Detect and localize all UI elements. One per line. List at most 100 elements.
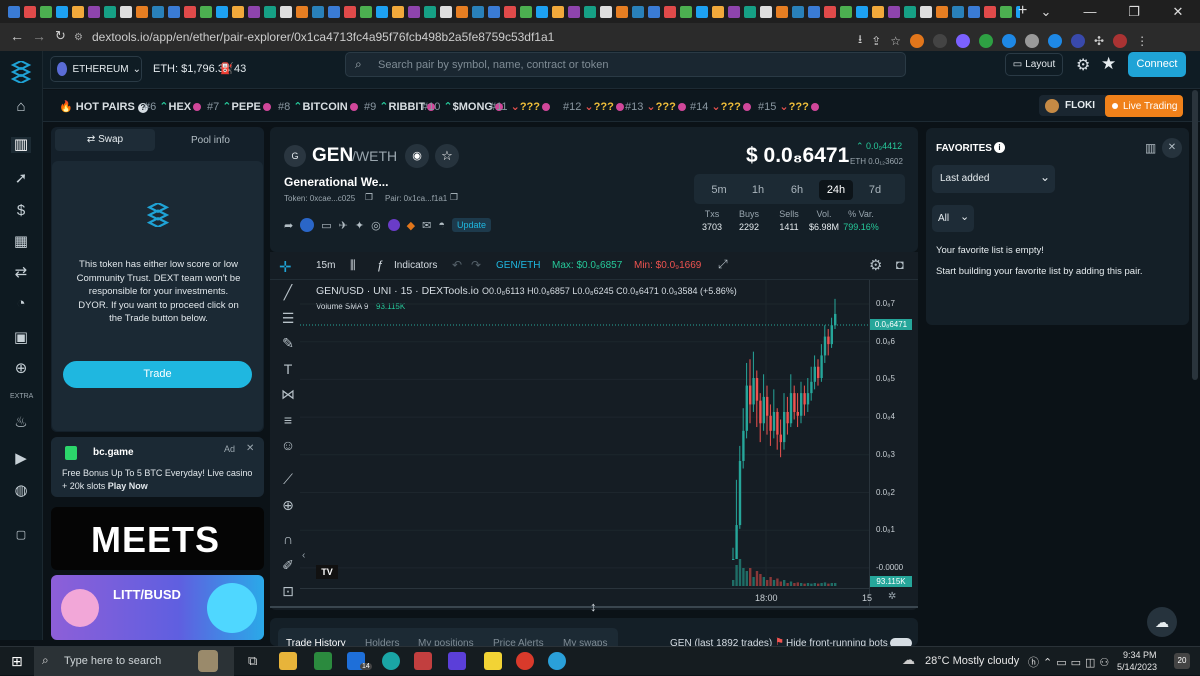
copy-icon[interactable]: ❐ [450, 192, 458, 203]
extension-icon[interactable] [1002, 33, 1017, 48]
timeframe-7d[interactable]: 7d [858, 180, 892, 200]
hot-pair-item[interactable]: #8 ⌃BITCOIN [278, 100, 358, 113]
close-panel-icon[interactable]: ✕ [1162, 138, 1182, 158]
browser-tab-favicon[interactable] [1000, 5, 1012, 18]
browser-tab-favicon[interactable] [360, 5, 372, 18]
copy-icon[interactable]: ❐ [365, 192, 373, 203]
zoom-in-icon[interactable]: ⊕ [279, 496, 297, 514]
extension-icon[interactable] [1025, 33, 1040, 48]
browser-tab-favicon[interactable] [8, 5, 20, 18]
metamask-icon[interactable]: ◆ [407, 219, 415, 232]
hot-pair-item[interactable]: #13 ⌄??? [625, 100, 686, 113]
browser-tab-favicon[interactable] [456, 5, 468, 18]
browser-tab-favicon[interactable] [56, 5, 68, 18]
favorite-star-icon[interactable]: ☆ [435, 144, 459, 168]
dextools-logo-icon[interactable] [10, 61, 32, 83]
sort-select[interactable]: Last added ⌄ [932, 165, 1055, 193]
apps-icon[interactable]: ▦ [13, 234, 29, 250]
browser-tab-favicon[interactable] [872, 5, 884, 18]
undo-icon[interactable]: ↶ [452, 258, 462, 272]
browser-tab-favicon[interactable] [632, 5, 644, 18]
search-bar[interactable]: ⌕ Search pair by symbol, name, contract … [345, 52, 906, 77]
resize-arrows-icon[interactable]: ↕ [590, 599, 597, 614]
browser-tab-favicon[interactable] [968, 5, 980, 18]
timeframe-6h[interactable]: 6h [780, 180, 814, 200]
chrome-icon[interactable] [516, 652, 534, 670]
browser-tab-favicon[interactable] [776, 5, 788, 18]
forward-icon[interactable]: → [32, 28, 46, 44]
notification-badge[interactable]: 20 [1174, 653, 1190, 669]
discord-icon[interactable]: ◓ [438, 219, 445, 231]
browser-tab-favicon[interactable] [616, 5, 628, 18]
hot-pair-item[interactable]: #15 ⌄??? [758, 100, 819, 113]
browser-tab-favicon[interactable] [824, 5, 836, 18]
task-view-icon[interactable]: ⧉ [248, 653, 257, 669]
indicators-icon[interactable]: ƒ [377, 258, 384, 272]
browser-tab-favicon[interactable] [808, 5, 820, 18]
browser-tab-favicon[interactable] [40, 5, 52, 18]
browser-tab-favicon[interactable] [152, 5, 164, 18]
browser-tab-favicon[interactable] [248, 5, 260, 18]
windows-start-icon[interactable]: ⊞ [11, 653, 23, 670]
favorites-star-icon[interactable]: ★ [1101, 54, 1116, 74]
menu-icon[interactable]: ⋮ [1136, 34, 1148, 48]
network-selector[interactable]: ETHEREUM ⌄ [50, 56, 142, 82]
brush-icon[interactable]: ✎ [279, 334, 297, 352]
browser-tab-favicon[interactable] [440, 5, 452, 18]
store-icon[interactable] [314, 652, 332, 670]
puzzle-icon[interactable]: ✣ [1094, 34, 1104, 48]
extension-icon[interactable] [933, 33, 948, 48]
prediction-icon[interactable]: ≡ [279, 411, 297, 429]
browser-tab-favicon[interactable] [984, 5, 996, 18]
metamask-icon[interactable] [910, 33, 925, 48]
chat-icon[interactable]: ▢ [13, 527, 29, 543]
sticky-notes-icon[interactable] [484, 652, 502, 670]
browser-tab-favicon[interactable] [552, 5, 564, 18]
browser-tab-favicon[interactable] [312, 5, 324, 18]
hot-pairs-title[interactable]: 🔥 HOT PAIRS ? [59, 100, 148, 113]
tab-price-alerts[interactable]: Price Alerts [493, 638, 544, 646]
text-tool-icon[interactable]: T [279, 360, 297, 378]
browser-tab-favicon[interactable] [104, 5, 116, 18]
browser-tab-favicon[interactable] [568, 5, 580, 18]
scrollbar[interactable] [1192, 90, 1198, 380]
crosshair-icon[interactable]: ✛ [279, 258, 292, 276]
filter-select[interactable]: All ⌄ [932, 205, 974, 232]
fib-icon[interactable]: ☰ [279, 309, 297, 327]
ruler-icon[interactable]: ⟋ [279, 470, 297, 488]
chart-icon[interactable] [300, 218, 315, 232]
live-trading-button[interactable]: Live Trading [1105, 95, 1183, 117]
extension-icon[interactable] [979, 33, 994, 48]
monitor-icon[interactable]: ▭ [321, 219, 331, 232]
fullscreen-icon[interactable]: ⤢ [718, 257, 728, 272]
tab-swap[interactable]: ⇄ Swap [55, 129, 155, 151]
download-icon[interactable]: ⭳ [858, 30, 862, 51]
fire-icon[interactable]: ♨ [13, 415, 29, 431]
binoculars-icon[interactable]: ◉ [405, 144, 429, 168]
browser-tab-favicon[interactable] [952, 5, 964, 18]
bar-chart-icon[interactable]: ▥ [1145, 141, 1156, 155]
browser-tab-favicon[interactable] [680, 5, 692, 18]
pair-explorer-icon[interactable]: ▥ [11, 137, 31, 153]
timeframe-1h[interactable]: 1h [741, 180, 775, 200]
hot-pair-item[interactable]: #7 ⌃PEPE [207, 100, 271, 113]
browser-tab-favicon[interactable] [24, 5, 36, 18]
bookmark-star-icon[interactable]: ☆ [890, 34, 901, 48]
ad-cta[interactable]: Play Now [108, 481, 148, 491]
browser-tab-favicon[interactable] [920, 5, 932, 18]
browser-tab-favicon[interactable] [392, 5, 404, 18]
indicators-button[interactable]: Indicators [394, 260, 437, 271]
hide-bots-toggle[interactable] [890, 638, 912, 646]
browser-tab-favicon[interactable] [296, 5, 308, 18]
browser-tab-favicon[interactable] [648, 5, 660, 18]
hot-pair-item[interactable]: #6 ⌃HEX [144, 100, 202, 113]
hot-pair-item[interactable]: #12 ⌄??? [563, 100, 624, 113]
price-chart[interactable] [300, 280, 870, 590]
browser-tab-favicon[interactable] [232, 5, 244, 18]
browser-tab-favicon[interactable] [696, 5, 708, 18]
browser-tab-favicon[interactable] [168, 5, 180, 18]
browser-tab-favicon[interactable] [88, 5, 100, 18]
browser-tab-favicon[interactable] [936, 5, 948, 18]
rocket-icon[interactable]: ➚ [13, 171, 29, 187]
dollar-icon[interactable]: $ [13, 203, 29, 219]
